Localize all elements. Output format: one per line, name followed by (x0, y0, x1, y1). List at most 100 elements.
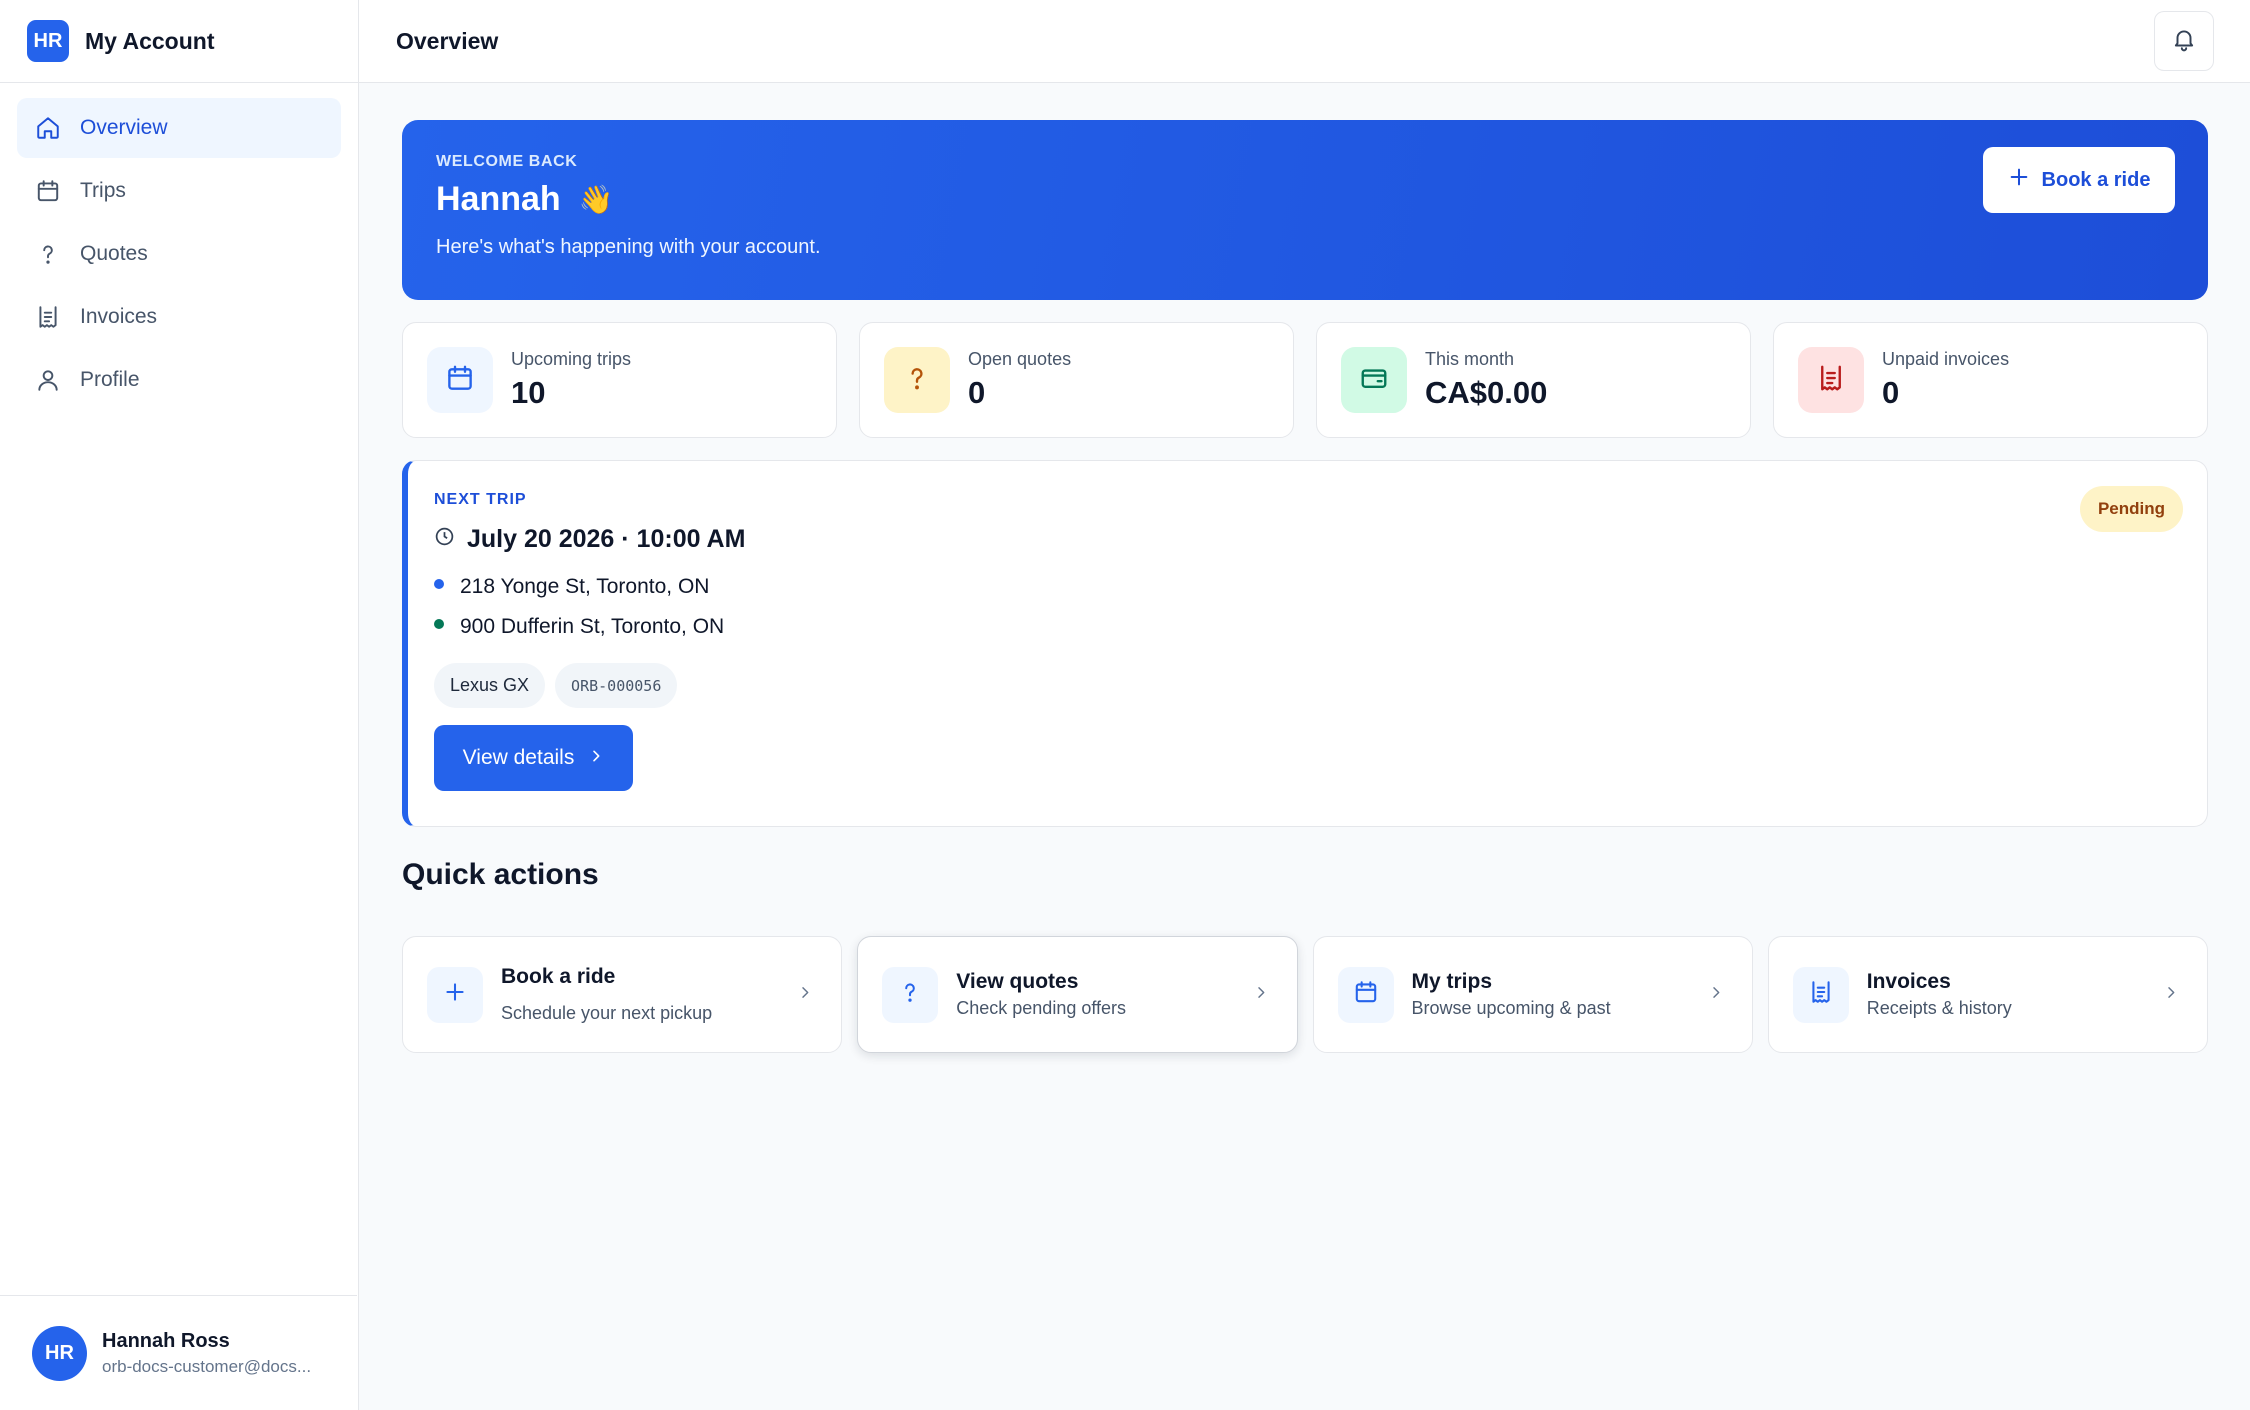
wallet-icon (1359, 363, 1389, 398)
welcome-name: Hannah 👋 (436, 180, 2174, 219)
pickup-dot-icon (434, 579, 444, 589)
qa-title: Book a ride (501, 965, 616, 988)
qa-subtitle: Receipts & history (1866, 998, 2012, 1018)
sidebar-item-label: Invoices (80, 305, 158, 328)
reference-chip: ORB-000056 (555, 663, 678, 708)
next-trip-eyebrow: NEXT TRIP (434, 491, 527, 508)
stat-icon-bg (1798, 347, 1864, 413)
qa-meta: Invoices Receipts & history (1867, 970, 2012, 1019)
qa-meta: My trips Browse upcoming & past (1412, 970, 1611, 1019)
sidebar-item-overview[interactable]: Overview (17, 98, 341, 158)
user-icon (34, 366, 62, 394)
stat-label: This month (1425, 349, 1515, 369)
plus-icon (2008, 166, 2030, 194)
page-title: Overview (396, 27, 499, 54)
bell-icon (2171, 26, 2197, 57)
stat-icon-bg (427, 347, 493, 413)
stat-meta: Open quotes 0 (968, 349, 1071, 411)
view-details-label: View details (462, 746, 575, 769)
pickup-address: 218 Yonge St, Toronto, ON (434, 575, 2181, 599)
qa-icon-bg (1337, 966, 1394, 1023)
main-area: Overview WELCOME BACK Hannah 👋 Here's wh… (359, 0, 2250, 1410)
receipt-icon (1816, 363, 1846, 398)
home-icon (34, 114, 62, 142)
quick-action-invoices[interactable]: Invoices Receipts & history (1767, 936, 2208, 1053)
stat-icon-bg (1341, 347, 1407, 413)
quick-action-my-trips[interactable]: My trips Browse upcoming & past (1312, 936, 1753, 1053)
calendar-icon (34, 177, 62, 205)
qa-subtitle: Browse upcoming & past (1411, 998, 1611, 1018)
qa-title: My trips (1411, 970, 1493, 993)
stat-meta: This month CA$0.00 (1425, 349, 1547, 411)
user-email: orb-docs-customer@docs... (102, 1356, 312, 1376)
sidebar: HR My Account Overview Trips Quotes Invo… (0, 0, 359, 1410)
stat-label: Unpaid invoices (1882, 349, 2010, 369)
sidebar-user-card[interactable]: HR Hannah Ross orb-docs-customer@docs... (0, 1295, 357, 1410)
stat-card-open-quotes[interactable]: Open quotes 0 (859, 322, 1294, 438)
stat-icon-bg (884, 347, 950, 413)
sidebar-item-label: Quotes (80, 242, 148, 265)
book-ride-button-label: Book a ride (2041, 168, 2151, 191)
book-ride-button[interactable]: Book a ride (1983, 147, 2175, 213)
calendar-icon (445, 363, 475, 398)
chevron-right-icon (1708, 984, 1724, 1005)
stat-card-this-month[interactable]: This month CA$0.00 (1316, 322, 1751, 438)
sidebar-item-trips[interactable]: Trips (17, 161, 341, 221)
chevron-right-icon (588, 746, 604, 770)
question-icon (902, 363, 932, 398)
sidebar-item-invoices[interactable]: Invoices (17, 287, 341, 347)
welcome-eyebrow: WELCOME BACK (436, 153, 578, 170)
qa-meta: Book a ride Schedule your next pickup (501, 965, 712, 1024)
dropoff-address-text: 900 Dufferin St, Toronto, ON (460, 615, 725, 638)
sidebar-nav: Overview Trips Quotes Invoices Profile (0, 83, 358, 428)
welcome-subtitle: Here's what's happening with your accoun… (436, 236, 821, 258)
qa-icon-bg (882, 966, 939, 1023)
stat-value: 10 (511, 375, 546, 410)
sidebar-item-profile[interactable]: Profile (17, 350, 341, 410)
brand[interactable]: HR My Account (0, 0, 358, 83)
avatar: HR (32, 1325, 87, 1381)
calendar-icon (1353, 979, 1379, 1010)
brand-logo: HR (27, 20, 69, 62)
stats-row: Upcoming trips 10 Open quotes 0 This mon… (402, 322, 2208, 438)
sidebar-item-label: Trips (80, 179, 126, 202)
stat-label: Upcoming trips (511, 349, 632, 369)
qa-title: View quotes (956, 970, 1079, 993)
receipt-icon (34, 303, 62, 331)
topbar: Overview (359, 0, 2250, 83)
stat-meta: Unpaid invoices 0 (1882, 349, 2009, 411)
sidebar-item-label: Overview (80, 116, 168, 139)
qa-meta: View quotes Check pending offers (956, 970, 1126, 1019)
quick-action-view-quotes[interactable]: View quotes Check pending offers (857, 936, 1298, 1053)
next-trip-datetime: July 20 2026 · 10:00 AM (434, 525, 2181, 554)
question-icon (897, 979, 923, 1010)
qa-subtitle: Schedule your next pickup (501, 1003, 713, 1023)
clock-icon (434, 525, 467, 554)
stat-value: 0 (1882, 375, 1900, 410)
qa-title: Invoices (1866, 970, 1951, 993)
waving-hand-icon: 👋 (578, 184, 614, 215)
quick-action-book-ride[interactable]: Book a ride Schedule your next pickup (402, 936, 843, 1053)
quick-actions-heading: Quick actions (402, 858, 599, 891)
user-meta: Hannah Ross orb-docs-customer@docs... (102, 1330, 332, 1377)
overview-content: WELCOME BACK Hannah 👋 Here's what's happ… (359, 83, 2250, 1053)
welcome-banner: WELCOME BACK Hannah 👋 Here's what's happ… (402, 120, 2208, 300)
stat-label: Open quotes (968, 349, 1072, 369)
sidebar-item-label: Profile (80, 368, 140, 391)
next-trip-datetime-text: July 20 2026 · 10:00 AM (467, 525, 746, 553)
vehicle-chip: Lexus GX (434, 663, 546, 708)
dropoff-dot-icon (434, 619, 444, 629)
notifications-button[interactable] (2154, 11, 2214, 71)
view-details-button[interactable]: View details (434, 725, 633, 791)
sidebar-item-quotes[interactable]: Quotes (17, 224, 341, 284)
stat-card-unpaid-invoices[interactable]: Unpaid invoices 0 (1773, 322, 2208, 438)
status-badge: Pending (2079, 486, 2183, 532)
user-name: Hannah Ross (102, 1329, 230, 1352)
pickup-address-text: 218 Yonge St, Toronto, ON (460, 575, 710, 598)
welcome-name-text: Hannah (436, 180, 561, 218)
stat-value: CA$0.00 (1425, 375, 1548, 410)
dropoff-address: 900 Dufferin St, Toronto, ON (434, 615, 2181, 639)
app-shell: HR My Account Overview Trips Quotes Invo… (0, 0, 2250, 1410)
question-icon (34, 240, 62, 268)
stat-card-upcoming-trips[interactable]: Upcoming trips 10 (402, 322, 837, 438)
